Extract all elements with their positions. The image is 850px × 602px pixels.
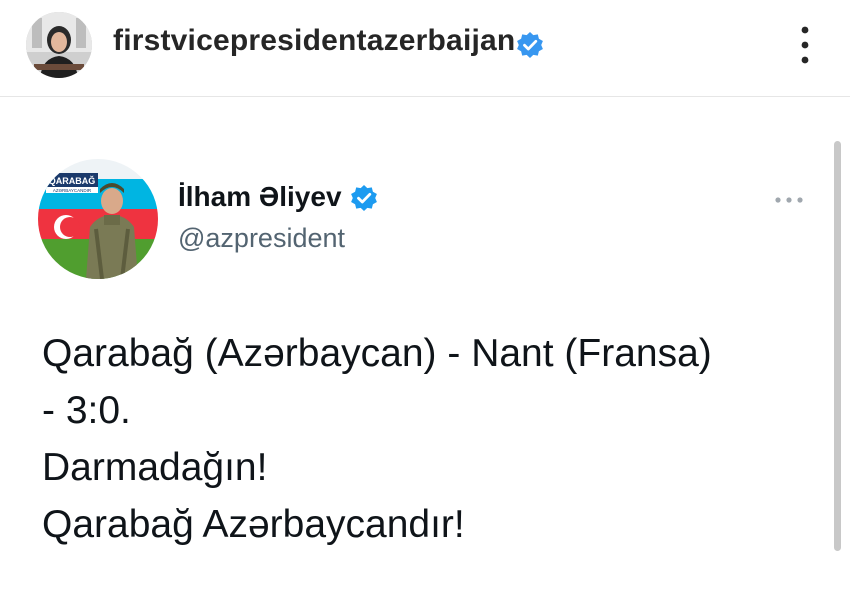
avatar-banner-subtext: AZƏRBAYCANDIR	[53, 188, 92, 193]
scrollbar[interactable]	[834, 141, 841, 551]
profile-photo-icon[interactable]	[26, 12, 92, 78]
tweet-handle[interactable]: @azpresident	[178, 223, 345, 254]
tweet-text-line: Qarabağ (Azərbaycan) - Nant (Fransa)	[42, 332, 712, 375]
tweet-author-row: İlham Əliyev	[178, 181, 378, 213]
avatar-banner-text: QARABAĞ	[49, 175, 96, 186]
tweet-card: QARABAĞ AZƏRBAYCANDIR İlham Əliyev @azpr…	[0, 97, 850, 602]
tweet-display-name[interactable]: İlham Əliyev	[178, 181, 342, 213]
tweet-text-line: - 3:0.	[42, 389, 131, 432]
tweet-body: Qarabağ (Azərbaycan) - Nant (Fransa) - 3…	[42, 325, 812, 553]
tweet-text-line: Qarabağ Azərbaycandır!	[42, 503, 465, 546]
verified-badge-icon	[350, 184, 378, 212]
post-username[interactable]: firstvicepresidentazerbaijan	[113, 24, 515, 58]
tweet-profile-photo-icon[interactable]: QARABAĞ AZƏRBAYCANDIR	[38, 159, 158, 279]
instagram-post-view: firstvicepresidentazerbaijan QARABAĞ AZƏ…	[0, 0, 850, 602]
tweet-text-line: Darmadağın!	[42, 446, 268, 489]
verified-badge-icon	[516, 31, 544, 59]
post-header: firstvicepresidentazerbaijan	[0, 0, 850, 97]
more-options-horizontal-icon[interactable]	[772, 193, 806, 205]
more-options-vertical-icon[interactable]	[790, 22, 820, 68]
